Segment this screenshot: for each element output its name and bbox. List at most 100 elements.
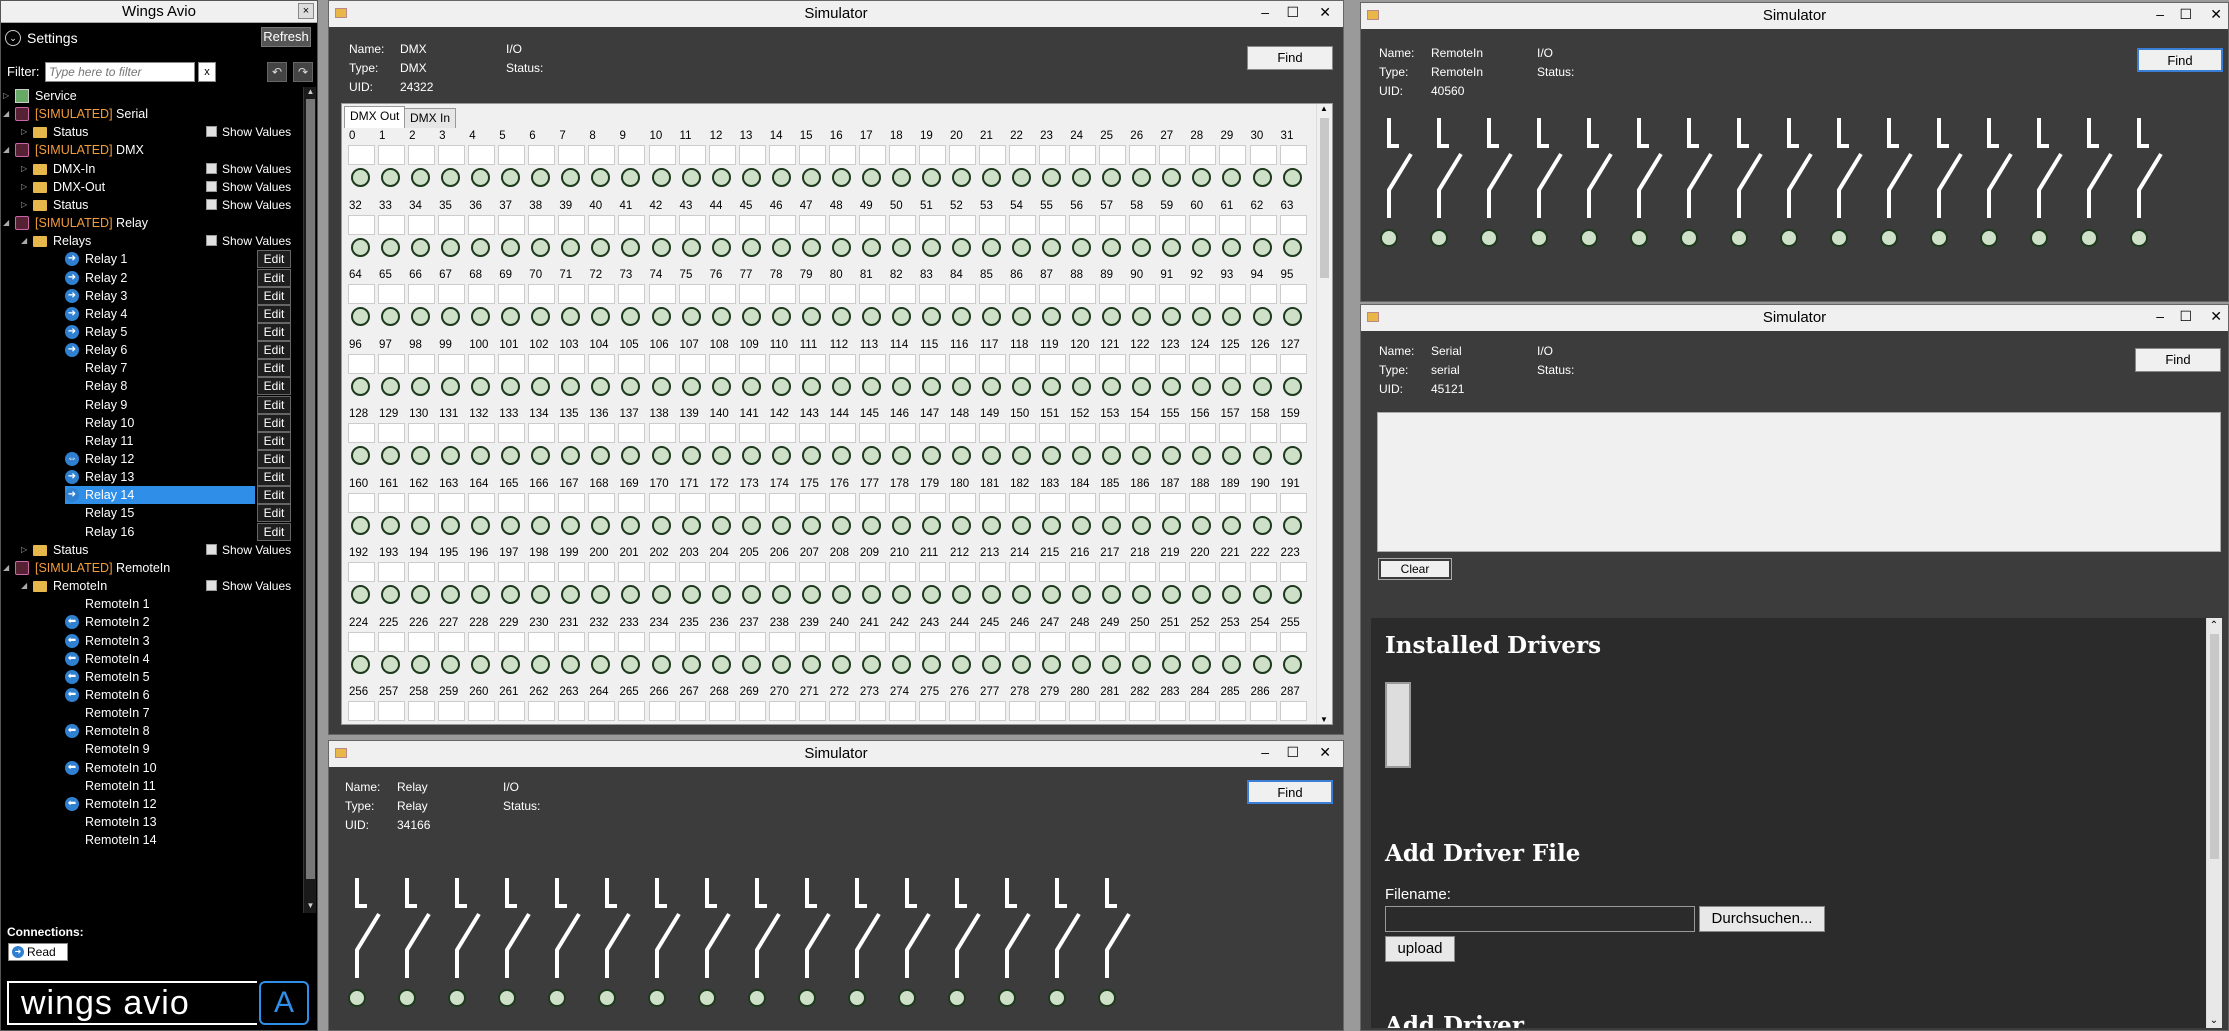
- channel-value-input[interactable]: [528, 562, 556, 582]
- channel-led[interactable]: [681, 585, 701, 604]
- channel-value-input[interactable]: [918, 562, 946, 582]
- channel-value-input[interactable]: [828, 423, 856, 443]
- channel-value-input[interactable]: [438, 214, 466, 235]
- channel-value-input[interactable]: [1189, 631, 1217, 652]
- channel-led[interactable]: [772, 724, 791, 725]
- tree-item[interactable]: ⬅ RemoteIn 8: [1, 722, 301, 740]
- channel-led[interactable]: [1192, 168, 1212, 187]
- channel-led[interactable]: [831, 654, 851, 674]
- channel-led[interactable]: [1012, 446, 1032, 465]
- channel-value-input[interactable]: [1219, 631, 1247, 652]
- channel-led[interactable]: [381, 724, 400, 725]
- channel-value-input[interactable]: [378, 353, 406, 374]
- channel-value-input[interactable]: [1249, 631, 1277, 652]
- channel-value-input[interactable]: [1039, 562, 1067, 582]
- channel-value-input[interactable]: [888, 492, 916, 513]
- channel-led[interactable]: [591, 515, 611, 535]
- filename-input[interactable]: [1385, 906, 1695, 932]
- channel-value-input[interactable]: [498, 284, 526, 304]
- channel-led[interactable]: [831, 307, 851, 326]
- channel-value-input[interactable]: [768, 631, 796, 652]
- show-values-checkbox[interactable]: Show Values: [206, 198, 291, 212]
- channel-value-input[interactable]: [918, 145, 946, 165]
- channel-led[interactable]: [591, 376, 611, 396]
- channel-led[interactable]: [1072, 376, 1092, 396]
- channel-value-input[interactable]: [1189, 214, 1217, 235]
- channel-value-input[interactable]: [1129, 214, 1157, 235]
- channel-value-input[interactable]: [949, 423, 976, 443]
- tree-item[interactable]: ⬅ RemoteIn 4: [1, 650, 301, 668]
- channel-led[interactable]: [801, 585, 821, 604]
- channel-led[interactable]: [561, 724, 580, 725]
- edit-button[interactable]: Edit: [257, 250, 291, 269]
- scroll-down-icon[interactable]: ⌄: [2207, 1015, 2221, 1026]
- channel-value-input[interactable]: [798, 631, 826, 652]
- expand-icon[interactable]: ▷: [21, 545, 27, 554]
- panel-close-button[interactable]: ×: [298, 3, 314, 19]
- channel-value-input[interactable]: [1039, 284, 1067, 304]
- collapse-icon[interactable]: ◢: [3, 218, 9, 227]
- relay-switch[interactable]: [1480, 118, 1513, 247]
- channel-value-input[interactable]: [1279, 631, 1307, 652]
- channel-value-input[interactable]: [348, 701, 375, 721]
- channel-led[interactable]: [1192, 724, 1211, 725]
- channel-value-input[interactable]: [618, 145, 646, 165]
- channel-led[interactable]: [1192, 237, 1212, 257]
- channel-value-input[interactable]: [1189, 284, 1217, 304]
- edit-button[interactable]: Edit: [257, 468, 291, 487]
- channel-value-input[interactable]: [708, 145, 736, 165]
- channel-value-input[interactable]: [979, 214, 1007, 235]
- channel-led[interactable]: [982, 724, 1001, 725]
- channel-led[interactable]: [561, 515, 581, 535]
- channel-led[interactable]: [411, 654, 431, 674]
- channel-led[interactable]: [531, 515, 551, 535]
- channel-value-input[interactable]: [558, 145, 586, 165]
- channel-value-input[interactable]: [1279, 214, 1307, 235]
- channel-value-input[interactable]: [1279, 562, 1307, 582]
- channel-led[interactable]: [1192, 376, 1212, 396]
- channel-led[interactable]: [1192, 585, 1212, 604]
- channel-led[interactable]: [1132, 585, 1152, 604]
- tree-item[interactable]: ➜ Relay 3 Edit: [1, 286, 301, 305]
- channel-led[interactable]: [921, 515, 941, 535]
- edit-button[interactable]: Edit: [257, 395, 291, 414]
- tree-item[interactable]: Relay 15 Edit: [1, 504, 301, 523]
- channel-value-input[interactable]: [1129, 423, 1157, 443]
- channel-value-input[interactable]: [1129, 562, 1157, 582]
- channel-led[interactable]: [1102, 307, 1122, 326]
- channel-led[interactable]: [531, 307, 551, 326]
- channel-value-input[interactable]: [888, 423, 916, 443]
- checkbox-icon[interactable]: [206, 162, 217, 174]
- scroll-thumb[interactable]: [2210, 634, 2219, 859]
- channel-value-input[interactable]: [1249, 284, 1277, 304]
- channel-led[interactable]: [801, 307, 821, 326]
- channel-led[interactable]: [441, 376, 461, 396]
- tree-item[interactable]: RemoteIn 14: [1, 831, 301, 849]
- relay-switch[interactable]: [598, 878, 631, 1007]
- channel-value-input[interactable]: [648, 284, 676, 304]
- channel-value-input[interactable]: [708, 701, 736, 721]
- channel-value-input[interactable]: [798, 701, 826, 721]
- channel-led[interactable]: [711, 307, 731, 326]
- channel-value-input[interactable]: [858, 701, 886, 721]
- channel-led[interactable]: [651, 168, 671, 187]
- channel-led[interactable]: [1252, 237, 1272, 257]
- channel-led[interactable]: [591, 654, 611, 674]
- maximize-button[interactable]: ☐: [2179, 305, 2192, 327]
- channel-led[interactable]: [531, 585, 551, 604]
- channel-value-input[interactable]: [408, 353, 436, 374]
- channel-value-input[interactable]: [678, 631, 706, 652]
- channel-led[interactable]: [651, 585, 671, 604]
- channel-led[interactable]: [591, 585, 611, 604]
- channel-led[interactable]: [1222, 168, 1242, 187]
- edit-button[interactable]: Edit: [257, 450, 291, 468]
- channel-led[interactable]: [1162, 376, 1182, 396]
- channel-led[interactable]: [771, 585, 791, 604]
- channel-led[interactable]: [1042, 654, 1062, 674]
- channel-led[interactable]: [621, 515, 641, 535]
- channel-led[interactable]: [681, 168, 701, 187]
- channel-led[interactable]: [921, 376, 941, 396]
- channel-value-input[interactable]: [828, 353, 856, 374]
- tree-item[interactable]: ◢ [SIMULATED] Relay: [1, 214, 301, 232]
- channel-led[interactable]: [1012, 585, 1032, 604]
